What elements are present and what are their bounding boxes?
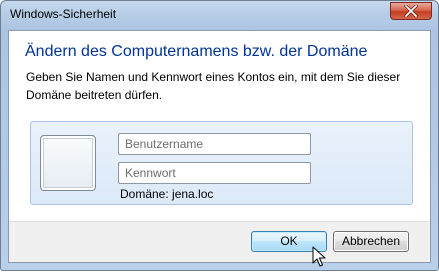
- security-dialog-window: Windows-Sicherheit Ändern des Computerna…: [0, 0, 439, 271]
- cancel-button[interactable]: Abbrechen: [333, 231, 409, 252]
- dialog-content: Ändern des Computernamens bzw. der Domän…: [8, 30, 431, 263]
- title-bar[interactable]: Windows-Sicherheit: [1, 1, 438, 29]
- dialog-heading: Ändern des Computernamens bzw. der Domän…: [25, 43, 368, 60]
- close-button[interactable]: [390, 2, 432, 20]
- close-icon: [404, 5, 418, 17]
- window-title: Windows-Sicherheit: [10, 7, 117, 21]
- password-placeholder: Kennwort: [125, 166, 176, 180]
- username-placeholder: Benutzername: [125, 137, 204, 151]
- username-input[interactable]: Benutzername: [118, 133, 311, 155]
- credential-tile: Benutzername Kennwort Domäne: jena.loc: [30, 121, 413, 205]
- button-bar: OK Abbrechen: [9, 221, 430, 262]
- dialog-description: Geben Sie Namen und Kennwort eines Konto…: [26, 70, 401, 102]
- user-tile-icon: [40, 135, 96, 191]
- domain-label: Domäne: jena.loc: [120, 187, 214, 201]
- mouse-cursor-icon: [312, 246, 326, 268]
- password-input[interactable]: Kennwort: [118, 162, 311, 184]
